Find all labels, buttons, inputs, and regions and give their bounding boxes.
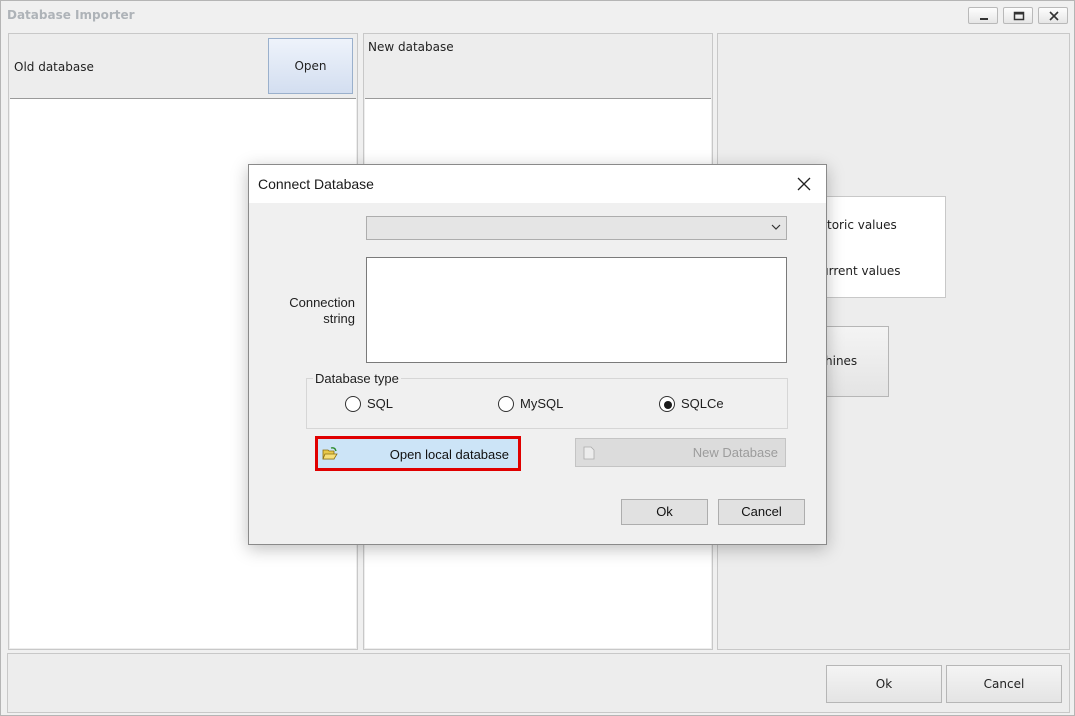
close-window-button[interactable] [1038, 7, 1068, 24]
close-icon[interactable] [795, 175, 813, 193]
radio-selected-dot [664, 401, 672, 409]
new-database-button[interactable]: New Database [575, 438, 786, 467]
footer-cancel-button[interactable]: Cancel [946, 665, 1062, 703]
radio-circle [345, 396, 361, 412]
dialog-title-bar: Connect Database [249, 165, 826, 203]
close-icon [1049, 11, 1059, 21]
connect-database-dialog: Connect Database Connection string Datab… [248, 164, 827, 545]
dialog-cancel-button[interactable]: Cancel [718, 499, 805, 525]
radio-circle [498, 396, 514, 412]
folder-open-icon [322, 447, 338, 460]
database-type-label: Database type [313, 371, 401, 386]
radio-mysql-label: MySQL [520, 396, 564, 411]
radio-sqlce-label: SQLCe [681, 396, 724, 411]
new-database-label: New Database [692, 445, 778, 460]
new-database-label: New database [368, 40, 454, 54]
open-button[interactable]: Open [268, 38, 353, 94]
maximize-button[interactable] [1003, 7, 1033, 24]
maximize-icon [1013, 11, 1025, 21]
open-local-database-fill: Open local database [318, 439, 518, 468]
chevron-down-icon [771, 224, 781, 230]
current-values-label[interactable]: urrent values [821, 264, 901, 278]
footer-ok-button[interactable]: Ok [826, 665, 942, 703]
radio-sql-label: SQL [367, 396, 394, 411]
open-local-database-button[interactable]: Open local database [315, 436, 521, 471]
connection-string-label: Connection string [289, 295, 355, 326]
connection-string-field[interactable] [366, 257, 787, 363]
title-bar: Database Importer [1, 1, 1074, 30]
database-combo[interactable] [366, 216, 787, 240]
open-local-database-label: Open local database [389, 447, 509, 462]
values-options-box: toric values urrent values [806, 196, 946, 298]
dialog-ok-button[interactable]: Ok [621, 499, 708, 525]
footer-bar: Ok Cancel [7, 653, 1070, 713]
radio-circle [659, 396, 675, 412]
old-database-label: Old database [14, 60, 94, 74]
window-title: Database Importer [7, 8, 135, 22]
dialog-title: Connect Database [258, 176, 374, 192]
minimize-icon [980, 18, 988, 20]
historic-values-label[interactable]: toric values [827, 218, 897, 232]
new-file-icon [583, 446, 595, 460]
minimize-button[interactable] [968, 7, 998, 24]
